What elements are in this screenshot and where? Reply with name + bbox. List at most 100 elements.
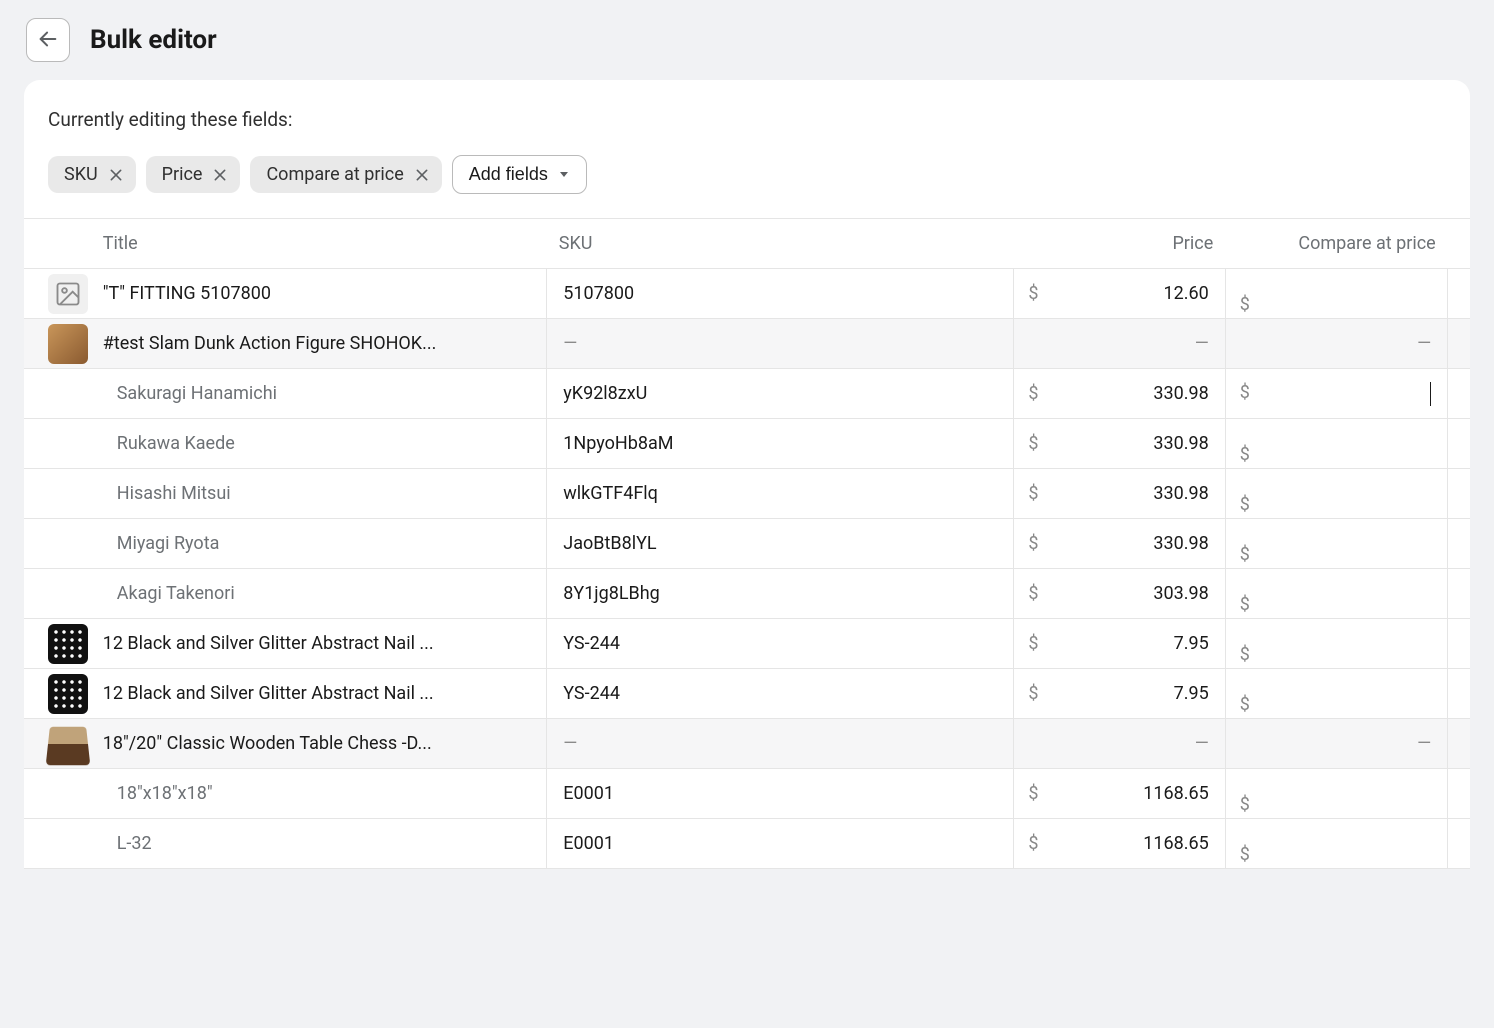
dash: —: [1242, 333, 1431, 354]
sku-cell[interactable]: E0001: [547, 769, 1014, 819]
currency-symbol: $: [1240, 844, 1250, 865]
caret-down-icon: [558, 164, 570, 185]
sku-cell[interactable]: yK92l8zxU: [547, 369, 1014, 419]
thumb-cell: [24, 669, 91, 719]
title-cell[interactable]: Miyagi Ryota: [91, 519, 547, 569]
price-cell[interactable]: $7.95: [1014, 669, 1225, 719]
title-cell[interactable]: Sakuragi Hanamichi: [91, 369, 547, 419]
back-button[interactable]: [26, 18, 70, 62]
extra-cell: [1448, 369, 1470, 419]
table-row: Miyagi Ryota JaoBtB8lYL$330.98$: [24, 519, 1470, 569]
title-cell[interactable]: 18"x18"x18": [91, 769, 547, 819]
sku-cell[interactable]: 8Y1jg8LBhg: [547, 569, 1014, 619]
dash: —: [1030, 333, 1208, 354]
extra-cell: [1448, 519, 1470, 569]
close-icon[interactable]: [212, 167, 228, 183]
currency-symbol: $: [1028, 283, 1038, 304]
compare-cell[interactable]: $: [1225, 669, 1447, 719]
title-cell[interactable]: Rukawa Kaede: [91, 419, 547, 469]
table-row: 18"/20" Classic Wooden Table Chess -D...…: [24, 719, 1470, 769]
currency-symbol: $: [1028, 433, 1038, 454]
currency-symbol: $: [1028, 383, 1038, 404]
close-icon[interactable]: [414, 167, 430, 183]
sku-cell[interactable]: wlkGTF4Flq: [547, 469, 1014, 519]
text-cursor: [1430, 382, 1431, 406]
thumb-cell: [24, 769, 91, 819]
header-extra: [1448, 219, 1470, 269]
extra-cell: [1448, 419, 1470, 469]
currency-symbol: $: [1240, 794, 1250, 815]
compare-cell[interactable]: $: [1225, 469, 1447, 519]
currency-symbol: $: [1240, 382, 1250, 403]
title-cell[interactable]: 18"/20" Classic Wooden Table Chess -D...: [91, 719, 547, 769]
variant-title: Sakuragi Hanamichi: [103, 383, 277, 404]
currency-symbol: $: [1240, 694, 1250, 715]
arrow-left-icon: [37, 28, 59, 53]
price-cell[interactable]: $1168.65: [1014, 819, 1225, 869]
sku-cell: —: [547, 719, 1014, 769]
price-cell[interactable]: $7.95: [1014, 619, 1225, 669]
header-thumb: [24, 219, 91, 269]
close-icon[interactable]: [108, 167, 124, 183]
price-cell[interactable]: $330.98: [1014, 369, 1225, 419]
compare-cell[interactable]: $: [1225, 369, 1447, 419]
title-cell[interactable]: 12 Black and Silver Glitter Abstract Nai…: [91, 619, 547, 669]
compare-cell[interactable]: $: [1225, 419, 1447, 469]
price-cell[interactable]: $330.98: [1014, 469, 1225, 519]
dash: —: [563, 333, 577, 354]
currency-symbol: $: [1240, 494, 1250, 515]
title-cell[interactable]: Akagi Takenori: [91, 569, 547, 619]
field-tag-price[interactable]: Price: [146, 156, 241, 193]
compare-cell[interactable]: $: [1225, 819, 1447, 869]
add-fields-button[interactable]: Add fields: [452, 155, 587, 194]
title-cell[interactable]: Hisashi Mitsui: [91, 469, 547, 519]
price-cell[interactable]: $12.60: [1014, 269, 1225, 319]
price-cell[interactable]: $330.98: [1014, 519, 1225, 569]
variant-title: Rukawa Kaede: [103, 433, 235, 454]
title-cell[interactable]: "T" FITTING 5107800: [91, 269, 547, 319]
compare-cell[interactable]: $: [1225, 519, 1447, 569]
sku-cell[interactable]: JaoBtB8lYL: [547, 519, 1014, 569]
table-row: "T" FITTING 51078005107800$12.60$: [24, 269, 1470, 319]
currency-symbol: $: [1028, 583, 1038, 604]
compare-cell: —: [1225, 719, 1447, 769]
currency-symbol: $: [1028, 533, 1038, 554]
price-cell[interactable]: $330.98: [1014, 419, 1225, 469]
price-value: 1168.65: [1143, 783, 1208, 804]
title-cell[interactable]: #test Slam Dunk Action Figure SHOHOK...: [91, 319, 547, 369]
variant-title: L-32: [103, 833, 152, 854]
title-cell[interactable]: 12 Black and Silver Glitter Abstract Nai…: [91, 669, 547, 719]
title-cell[interactable]: L-32: [91, 819, 547, 869]
variant-title: Hisashi Mitsui: [103, 483, 231, 504]
variant-title: Miyagi Ryota: [103, 533, 220, 554]
extra-cell: [1448, 269, 1470, 319]
dash: —: [1242, 733, 1431, 754]
thumb-cell: [24, 619, 91, 669]
compare-cell[interactable]: $: [1225, 569, 1447, 619]
sku-cell[interactable]: YS-244: [547, 619, 1014, 669]
dash: —: [563, 733, 577, 754]
currency-symbol: $: [1240, 644, 1250, 665]
price-cell: —: [1014, 319, 1225, 369]
page-title: Bulk editor: [90, 25, 217, 55]
field-tag-compare-at-price[interactable]: Compare at price: [250, 156, 441, 193]
field-tag-label: Price: [162, 164, 203, 185]
price-cell[interactable]: $303.98: [1014, 569, 1225, 619]
field-tag-label: Compare at price: [266, 164, 403, 185]
sku-cell[interactable]: YS-244: [547, 669, 1014, 719]
sku-cell[interactable]: E0001: [547, 819, 1014, 869]
compare-cell: —: [1225, 319, 1447, 369]
compare-cell[interactable]: $: [1225, 269, 1447, 319]
editing-fields-label: Currently editing these fields:: [48, 108, 1446, 131]
price-cell[interactable]: $1168.65: [1014, 769, 1225, 819]
variant-title: Akagi Takenori: [103, 583, 235, 604]
price-value: 330.98: [1153, 483, 1208, 504]
sku-cell[interactable]: 5107800: [547, 269, 1014, 319]
sku-cell[interactable]: 1NpyoHb8aM: [547, 419, 1014, 469]
compare-cell[interactable]: $: [1225, 769, 1447, 819]
thumb-cell: [24, 719, 91, 769]
table-row: 12 Black and Silver Glitter Abstract Nai…: [24, 669, 1470, 719]
compare-cell[interactable]: $: [1225, 619, 1447, 669]
currency-symbol: $: [1028, 483, 1038, 504]
field-tag-sku[interactable]: SKU: [48, 156, 136, 193]
